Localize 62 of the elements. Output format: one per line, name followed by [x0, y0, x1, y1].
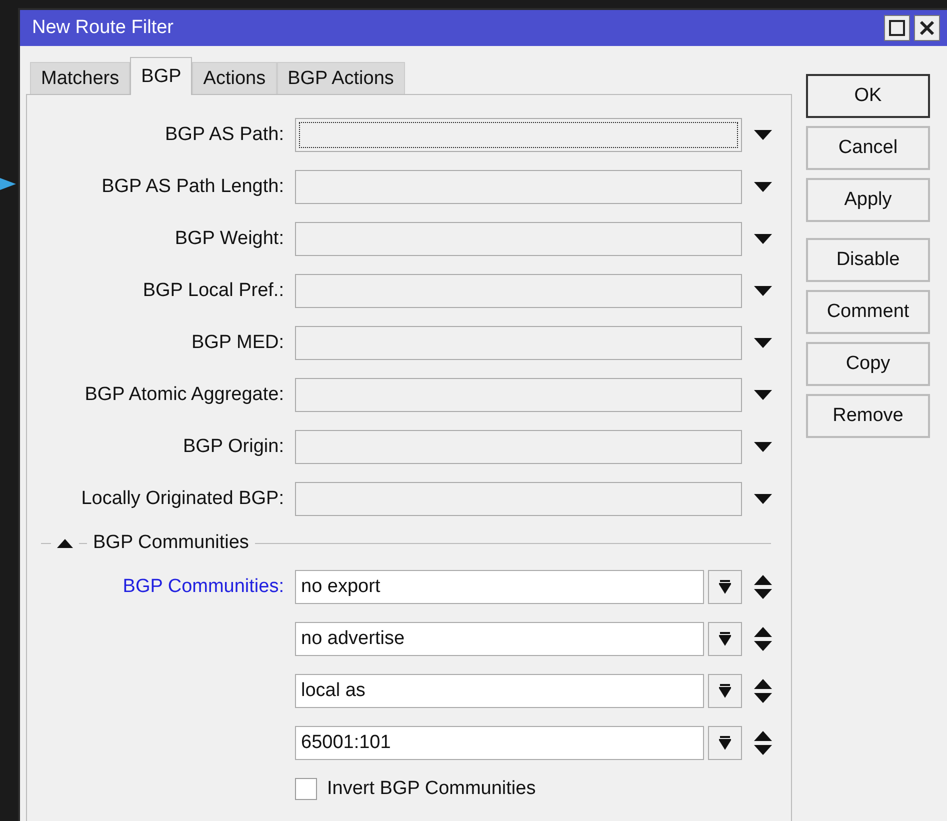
tab[interactable]: Actions: [192, 62, 277, 94]
input-field[interactable]: [295, 326, 742, 360]
dialog-button[interactable]: Cancel: [806, 126, 930, 170]
input-field[interactable]: [295, 274, 742, 308]
bar-down-arrow-icon: [719, 632, 731, 646]
dialog-button[interactable]: Remove: [806, 394, 930, 438]
dialog-button[interactable]: Comment: [806, 290, 930, 334]
dropdown-button[interactable]: [708, 674, 742, 708]
input-field[interactable]: 65001:101: [295, 726, 704, 760]
up-down-arrows-icon[interactable]: [754, 679, 772, 703]
dialog-button[interactable]: Apply: [806, 178, 930, 222]
checkbox-label: Invert BGP Communities: [327, 778, 536, 800]
field-label: BGP Origin:: [182, 436, 285, 458]
input-field[interactable]: [295, 170, 742, 204]
window-title: New Route Filter: [32, 17, 174, 39]
dropdown-button[interactable]: [708, 726, 742, 760]
field-label: BGP AS Path:: [164, 124, 285, 146]
square-icon: [889, 20, 905, 36]
bar-down-arrow-icon: [719, 684, 731, 698]
input-field[interactable]: [295, 222, 742, 256]
up-down-arrows-icon[interactable]: [754, 731, 772, 755]
dialog-button[interactable]: Copy: [806, 342, 930, 386]
dropdown-arrow-icon[interactable]: [754, 286, 772, 296]
field-label: Locally Originated BGP:: [80, 488, 285, 510]
close-button[interactable]: [914, 15, 940, 41]
checkbox[interactable]: [295, 778, 317, 800]
section-title: BGP Communities: [93, 532, 249, 554]
bar-down-arrow-icon: [719, 736, 731, 750]
dropdown-arrow-icon[interactable]: [754, 494, 772, 504]
up-down-arrows-icon[interactable]: [754, 575, 772, 599]
input-field[interactable]: [295, 378, 742, 412]
tab[interactable]: BGP: [130, 57, 192, 95]
bar-down-arrow-icon: [719, 580, 731, 594]
dropdown-arrow-icon[interactable]: [754, 442, 772, 452]
maximize-button[interactable]: [884, 15, 910, 41]
input-field[interactable]: [295, 482, 742, 516]
up-down-arrows-icon[interactable]: [754, 627, 772, 651]
tab[interactable]: Matchers: [30, 62, 130, 94]
dropdown-arrow-icon[interactable]: [754, 338, 772, 348]
collapse-triangle-icon[interactable]: [57, 538, 73, 548]
dialog-button[interactable]: OK: [806, 74, 930, 118]
dropdown-arrow-icon[interactable]: [754, 390, 772, 400]
input-field[interactable]: no advertise: [295, 622, 704, 656]
dropdown-button[interactable]: [708, 570, 742, 604]
dropdown-arrow-icon[interactable]: [754, 234, 772, 244]
field-label: BGP Weight:: [174, 228, 285, 250]
tab[interactable]: BGP Actions: [276, 62, 405, 94]
close-icon: [919, 20, 935, 36]
field-label: BGP AS Path Length:: [100, 176, 285, 198]
field-label: BGP Local Pref.:: [142, 280, 285, 302]
input-field[interactable]: no export: [295, 570, 704, 604]
dropdown-arrow-icon[interactable]: [754, 182, 772, 192]
field-label: BGP Communities:: [122, 576, 285, 598]
input-field[interactable]: local as: [295, 674, 704, 708]
input-field[interactable]: [295, 118, 742, 152]
dropdown-arrow-icon[interactable]: [754, 130, 772, 140]
arrow-tip-icon: [0, 176, 16, 192]
field-label: BGP MED:: [190, 332, 285, 354]
dialog-button[interactable]: Disable: [806, 238, 930, 282]
dropdown-button[interactable]: [708, 622, 742, 656]
input-field[interactable]: [295, 430, 742, 464]
field-label: BGP Atomic Aggregate:: [84, 384, 285, 406]
